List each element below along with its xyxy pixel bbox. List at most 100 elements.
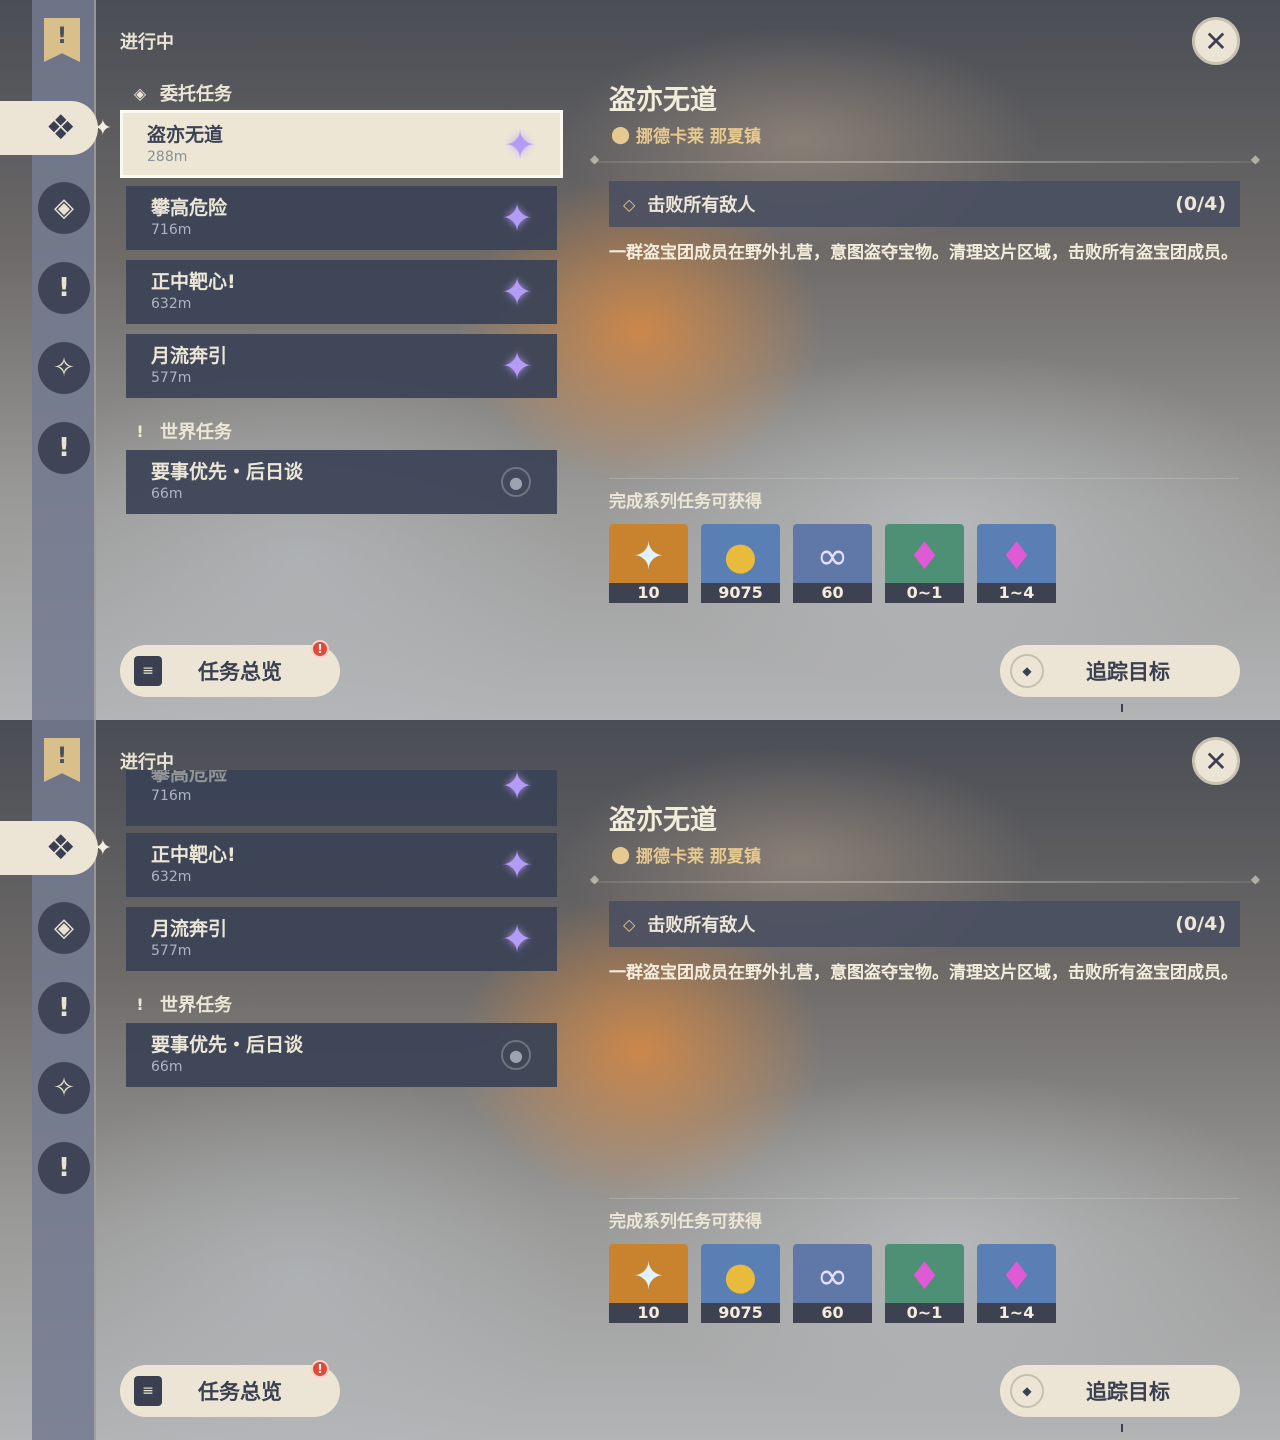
commission-star-icon: ✦ [501,770,533,808]
quest-card[interactable]: 正中靶心! 632m ✦ [126,833,557,897]
rail-tab-commission[interactable]: ❖ ✦ [0,821,112,875]
objective-row: ◇ 击败所有敌人 (0/4) [609,901,1240,947]
commission-star-icon: ✦ [504,123,536,167]
location-pin-icon: ⬤ [611,844,631,865]
quest-book-icon: ≡ [134,1376,162,1406]
quest-card[interactable]: 攀高危险 716m ✦ [126,186,557,250]
quest-card[interactable]: 月流奔引 577m ✦ [126,334,557,398]
section-title: 世界任务 [160,422,232,443]
commission-star-icon: ✦ [501,196,533,240]
divider [590,152,1260,166]
crystal-chunk-icon: ♦ [907,1254,942,1298]
mora-icon: ● [723,1254,758,1298]
reward-item[interactable]: ✦ 10 [609,524,688,603]
reward-item[interactable]: ● 9075 [701,524,780,603]
track-target-button[interactable]: ◆ 追踪目标 [1000,645,1240,697]
divider [609,478,1239,479]
quest-description: 一群盗宝团成员在野外扎营，意图盗夺宝物。清理这片区域，击败所有盗宝团成员。 [609,243,1238,263]
reward-item[interactable]: ✦ 10 [609,1244,688,1323]
detail-location: ⬤ 挪德卡莱 那夏镇 [611,842,761,868]
commission-icon: ❖ [45,108,76,148]
quest-distance: 66m [151,1059,183,1075]
sparkle-icon: ✦ [93,115,112,141]
quest-screen-top: ! ❖ ✦ ◈ ! ✧ ! 进行中 ◈ 委托任务 盗亦无道 288m ✦ 攀高危… [0,0,1280,720]
crystal-chunk-icon: ♦ [907,534,942,578]
location-pin-icon: ● [501,467,531,497]
cursor-tick [1121,1424,1123,1432]
section-world: ! 世界任务 [130,991,232,1017]
quest-card-selected[interactable]: 盗亦无道 288m ✦ [120,110,563,178]
reward-item[interactable]: ∞ 60 [793,524,872,603]
cursor-tick [1121,704,1123,712]
reward-count: 9075 [701,583,780,603]
overview-label: 任务总览 [198,660,282,684]
quest-overview-button[interactable]: ≡ 任务总览 [120,1365,340,1417]
rewards-header: 完成系列任务可获得 [609,492,762,512]
section-title: 委托任务 [160,84,232,105]
primogem-icon: ✦ [632,534,665,578]
reward-item[interactable]: ● 9075 [701,1244,780,1323]
quest-name: 要事优先・后日谈 [151,461,304,483]
objective-row: ◇ 击败所有敌人 (0/4) [609,181,1240,227]
divider [590,872,1260,886]
rail-tab-commission[interactable]: ❖ ✦ [0,101,112,155]
archon-icon[interactable]: ◈ [38,902,90,954]
crystal-cluster-icon: ♦ [999,534,1034,578]
adventure-exp-icon: ∞ [816,534,849,578]
archon-icon[interactable]: ◈ [38,182,90,234]
track-label: 追踪目标 [1086,660,1170,684]
story-icon[interactable]: ! [38,262,90,314]
reward-item[interactable]: ∞ 60 [793,1244,872,1323]
world-quest-icon: ! [136,994,144,1014]
reward-item[interactable]: ♦ 1~4 [977,524,1056,603]
crystal-cluster-icon: ♦ [999,1254,1034,1298]
commission-star-icon: ✦ [501,917,533,961]
detail-title: 盗亦无道 [609,805,717,836]
reward-count: 0~1 [885,583,964,603]
detail-location: ⬤ 挪德卡莱 那夏镇 [611,122,761,148]
commission-star-icon: ✦ [501,270,533,314]
reward-count: 1~4 [977,1303,1056,1323]
close-button[interactable]: ✕ [1192,17,1240,65]
quest-distance: 288m [147,149,188,165]
notification-badge: ! [311,640,329,658]
quest-overview-button[interactable]: ≡ 任务总览 [120,645,340,697]
detail-title: 盗亦无道 [609,85,717,116]
primogem-icon: ✦ [632,1254,665,1298]
mora-icon: ● [723,534,758,578]
quest-card[interactable]: 正中靶心! 632m ✦ [126,260,557,324]
world-icon[interactable]: ✧ [38,342,90,394]
exclamation-icon[interactable]: ! [38,422,90,474]
commission-icon: ❖ [45,828,76,868]
quest-screen-bottom: ! ❖ ✦ ◈ ! ✧ ! 进行中 攀高危险 716m ✦ 正中靶心! 632m… [0,720,1280,1440]
reward-item[interactable]: ♦ 1~4 [977,1244,1056,1323]
world-quest-icon: ! [136,421,144,441]
exclamation-icon[interactable]: ! [38,1142,90,1194]
sparkle-icon: ✦ [93,835,112,861]
quest-name: 要事优先・后日谈 [151,1034,304,1056]
reward-count: 60 [793,583,872,603]
section-commission: ◈ 委托任务 [130,80,232,106]
location-pin-icon: ⬤ [611,124,631,145]
objective-diamond-icon: ◇ [623,914,636,934]
rewards-row: ✦ 10 ● 9075 ∞ 60 ♦ 0~1 ♦ 1~4 [609,524,1056,603]
world-icon[interactable]: ✧ [38,1062,90,1114]
objective-progress: (0/4) [1175,913,1226,935]
quest-card[interactable]: 要事优先・后日谈 66m ● [126,450,557,514]
commission-star-icon: ✦ [501,843,533,887]
rewards-header: 完成系列任务可获得 [609,1212,762,1232]
story-icon[interactable]: ! [38,982,90,1034]
track-target-button[interactable]: ◆ 追踪目标 [1000,1365,1240,1417]
close-button[interactable]: ✕ [1192,737,1240,785]
notification-badge: ! [311,1360,329,1378]
reward-item[interactable]: ♦ 0~1 [885,524,964,603]
quest-card[interactable]: 月流奔引 577m ✦ [126,907,557,971]
quest-card-partial[interactable]: 攀高危险 716m ✦ [126,770,557,826]
section-title: 世界任务 [160,995,232,1016]
rewards-row: ✦ 10 ● 9075 ∞ 60 ♦ 0~1 ♦ 1~4 [609,1244,1056,1323]
quest-card[interactable]: 要事优先・后日谈 66m ● [126,1023,557,1087]
reward-item[interactable]: ♦ 0~1 [885,1244,964,1323]
location-pin-icon: ● [501,1040,531,1070]
track-diamond-icon: ◆ [1010,654,1044,688]
reward-count: 0~1 [885,1303,964,1323]
